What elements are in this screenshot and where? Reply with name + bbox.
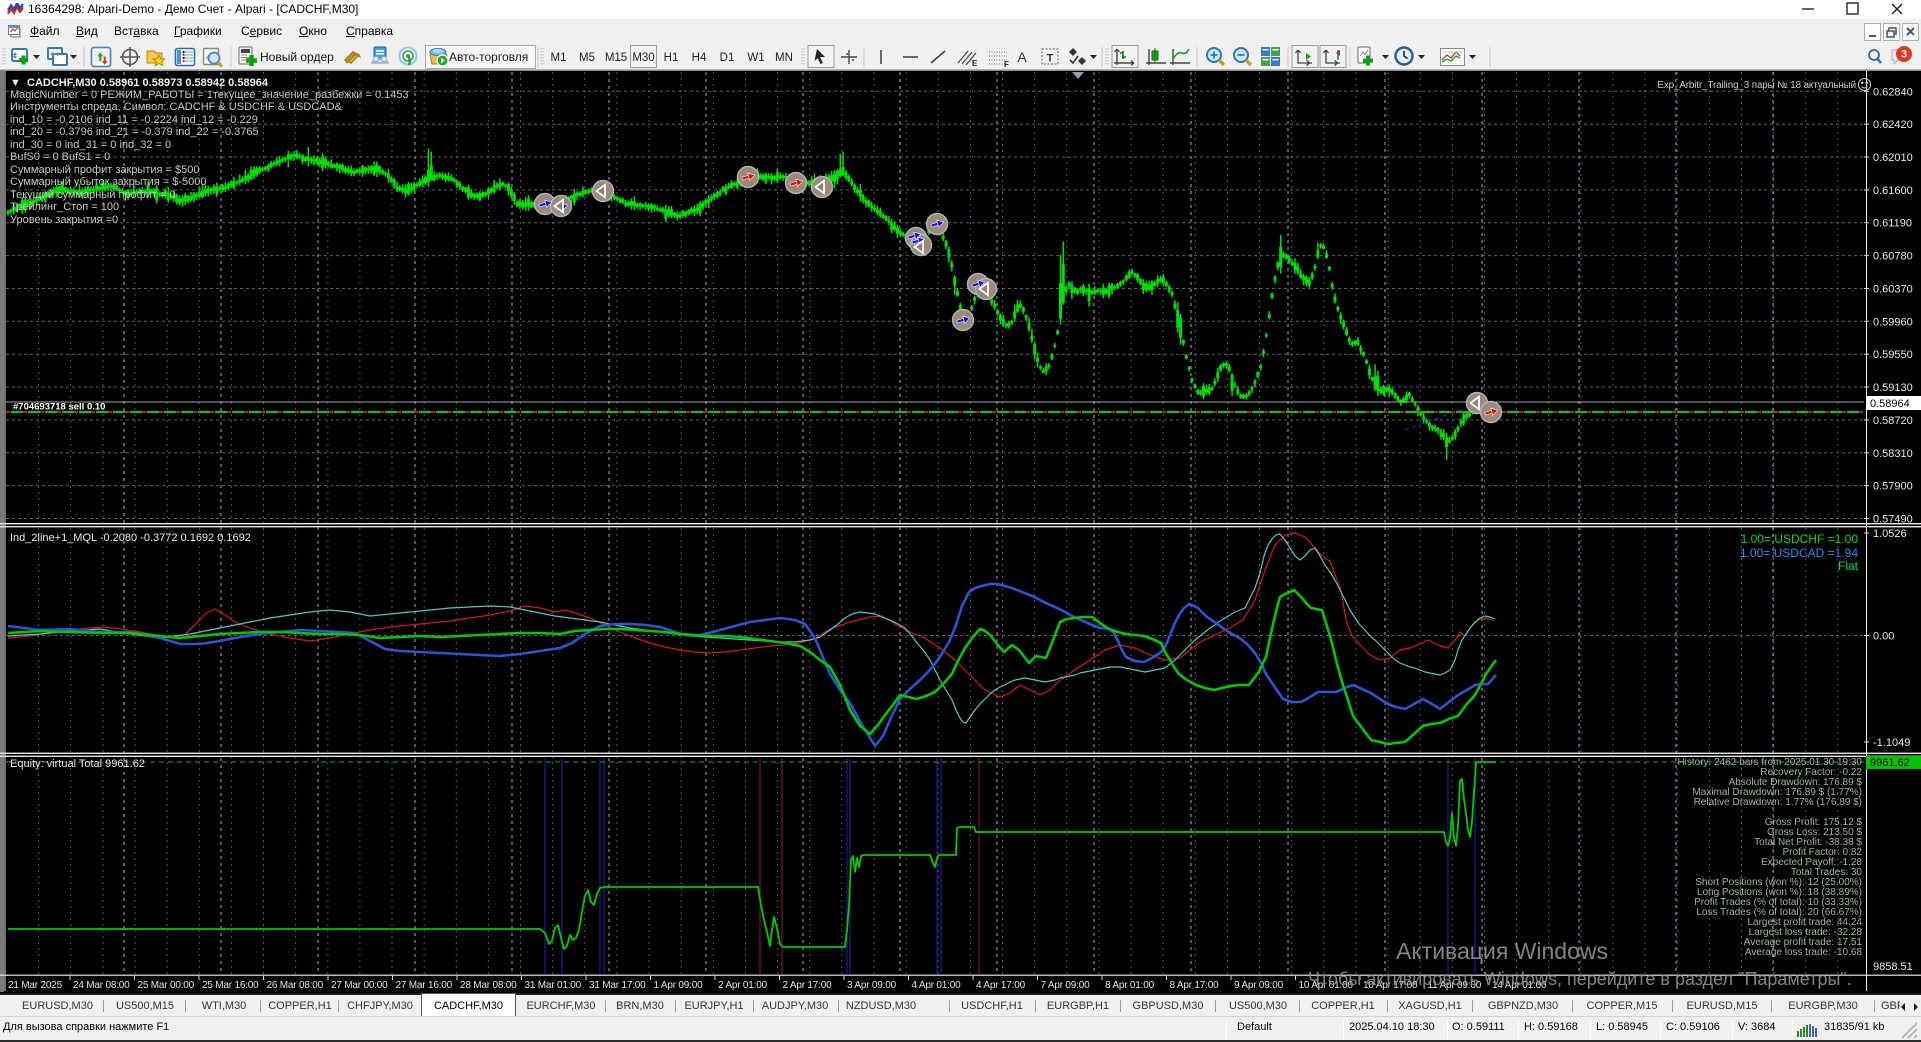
svg-text:#704693718 sell 0.10: #704693718 sell 0.10	[13, 402, 105, 413]
svg-text:0.61190: 0.61190	[1873, 218, 1912, 230]
svg-text:27 Mar 00:00: 27 Mar 00:00	[331, 980, 388, 991]
svg-text:26 Mar 08:00: 26 Mar 08:00	[267, 980, 324, 991]
svg-text:0.57900: 0.57900	[1873, 481, 1913, 493]
svg-text:W1: W1	[747, 52, 764, 64]
svg-text:A: A	[1017, 49, 1027, 65]
svg-text:0.60780: 0.60780	[1873, 251, 1913, 263]
svg-text:Уровень закрытия =0: Уровень закрытия =0	[10, 214, 118, 226]
svg-text:ind_30 = 0 ind_31 = 0 ind_32 =: ind_30 = 0 ind_31 = 0 ind_32 = 0	[10, 139, 171, 151]
svg-text:25 Mar 16:00: 25 Mar 16:00	[202, 980, 259, 991]
svg-text:2 Apr 17:00: 2 Apr 17:00	[783, 980, 833, 991]
svg-text:ind_10 = -0.2106 ind_11 = -0.2: ind_10 = -0.2106 ind_11 = -0.2224 ind_12…	[10, 114, 258, 126]
svg-text:CADCHF,M30 0.58961 0.58973 0.: CADCHF,M30 0.58961 0.58973 0.58942 0.589…	[27, 77, 269, 89]
svg-text:Текущий суммарный профит = 0: Текущий суммарный профит = 0	[10, 189, 176, 201]
svg-text:Авто-торговля: Авто-торговля	[449, 50, 528, 64]
svg-text:31 Mar 01:00: 31 Mar 01:00	[525, 980, 582, 991]
svg-text:Average loss trade: -10.68: Average loss trade: -10.68	[1745, 947, 1863, 958]
svg-text:Инструменты спреда, Символ: CA: Инструменты спреда, Символ: CADCHF & USD…	[10, 101, 343, 113]
svg-text:Трейлинг_Стоп = 100: Трейлинг_Стоп = 100	[10, 201, 119, 213]
svg-text:24 Mar 08:00: 24 Mar 08:00	[73, 980, 130, 991]
svg-text:27 Mar 16:00: 27 Mar 16:00	[396, 980, 453, 991]
svg-text:3 Apr 09:00: 3 Apr 09:00	[847, 980, 897, 991]
svg-text:Суммарный профит закрытия = $5: Суммарный профит закрытия = $500	[10, 164, 200, 176]
svg-text:31 Mar 17:00: 31 Mar 17:00	[589, 980, 646, 991]
svg-text:0.00: 0.00	[1873, 631, 1894, 643]
svg-text:Новый ордер: Новый ордер	[260, 50, 334, 64]
svg-text:0.59960: 0.59960	[1873, 316, 1913, 328]
svg-text:Exp_Arbitr_Trailing_3 пары № 1: Exp_Arbitr_Trailing_3 пары № 18 актуальн…	[1657, 80, 1856, 91]
svg-text:8 Apr 17:00: 8 Apr 17:00	[1170, 980, 1220, 991]
svg-text:ind_20 = -0.3796 ind_21 = -0.3: ind_20 = -0.3796 ind_21 = -0.379 ind_22 …	[10, 126, 259, 138]
svg-text:D1: D1	[720, 52, 735, 64]
svg-text:2 Apr 01:00: 2 Apr 01:00	[718, 980, 768, 991]
svg-text:4 Apr 17:00: 4 Apr 17:00	[976, 980, 1026, 991]
svg-text:9961.62: 9961.62	[1870, 757, 1910, 769]
svg-text:-1.1049: -1.1049	[1873, 737, 1910, 749]
svg-text:1 Apr 09:00: 1 Apr 09:00	[654, 980, 704, 991]
svg-text:Flat: Flat	[1838, 559, 1859, 573]
svg-text:3: 3	[1901, 49, 1907, 61]
svg-text:9858.51: 9858.51	[1873, 961, 1913, 973]
svg-text:0.59130: 0.59130	[1873, 382, 1913, 394]
svg-text:Relative Drawdown: 1.77% (176.: Relative Drawdown: 1.77% (176.89 $)	[1694, 797, 1862, 808]
svg-text:M15: M15	[605, 52, 627, 64]
svg-text:MN: MN	[775, 52, 793, 64]
svg-text:25 Mar 00:00: 25 Mar 00:00	[138, 980, 195, 991]
svg-text:H1: H1	[664, 52, 679, 64]
svg-text:0.61600: 0.61600	[1873, 185, 1913, 197]
svg-text:21 Mar 2025: 21 Mar 2025	[8, 980, 63, 991]
svg-text:E: E	[972, 59, 978, 68]
svg-text:0.58310: 0.58310	[1873, 448, 1913, 460]
svg-text:0.62840: 0.62840	[1873, 86, 1913, 98]
svg-text:F: F	[1004, 60, 1009, 69]
svg-text:T: T	[1047, 53, 1054, 65]
svg-text:BufS0 = 0 BufS1 = 0: BufS0 = 0 BufS1 = 0	[10, 151, 110, 163]
svg-text:8 Apr 01:00: 8 Apr 01:00	[1105, 980, 1155, 991]
svg-text:0.60370: 0.60370	[1873, 284, 1913, 296]
svg-text:MagicNumber = 0 РЕЖИМ_РАБОТЫ =: MagicNumber = 0 РЕЖИМ_РАБОТЫ = 1текущее_…	[10, 89, 409, 101]
svg-text:Equity: virtual Total 9961.62: Equity: virtual Total 9961.62	[10, 758, 145, 770]
svg-text:0.62010: 0.62010	[1873, 152, 1913, 164]
svg-text:1.00= USDCAD =1.94: 1.00= USDCAD =1.94	[1740, 546, 1858, 560]
svg-text:0.58964: 0.58964	[1870, 398, 1910, 410]
svg-text:Ind_2line+1_MQL -0.2080 -0.377: Ind_2line+1_MQL -0.2080 -0.3772 0.1692 0…	[10, 532, 251, 544]
svg-text:M1: M1	[551, 52, 567, 64]
svg-text:28 Mar 08:00: 28 Mar 08:00	[460, 980, 517, 991]
svg-text:M5: M5	[579, 52, 595, 64]
svg-text:0.57490: 0.57490	[1873, 514, 1913, 526]
svg-text:7 Apr 09:00: 7 Apr 09:00	[1041, 980, 1091, 991]
svg-text:1.00= USDCHF =1.00: 1.00= USDCHF =1.00	[1741, 532, 1859, 546]
svg-text:9 Apr 09:00: 9 Apr 09:00	[1234, 980, 1284, 991]
svg-text:4 Apr 01:00: 4 Apr 01:00	[912, 980, 962, 991]
svg-text:0.58720: 0.58720	[1873, 415, 1913, 427]
svg-text:1.0526: 1.0526	[1873, 528, 1907, 540]
svg-text:0.62420: 0.62420	[1873, 119, 1913, 131]
svg-text:Суммарный убыток закрытия = $-: Суммарный убыток закрытия = $-5000	[10, 176, 207, 188]
svg-text:0.59550: 0.59550	[1873, 349, 1913, 361]
svg-text:H4: H4	[692, 52, 707, 64]
svg-text:▼: ▼	[10, 77, 21, 89]
svg-text:M30: M30	[632, 52, 654, 64]
